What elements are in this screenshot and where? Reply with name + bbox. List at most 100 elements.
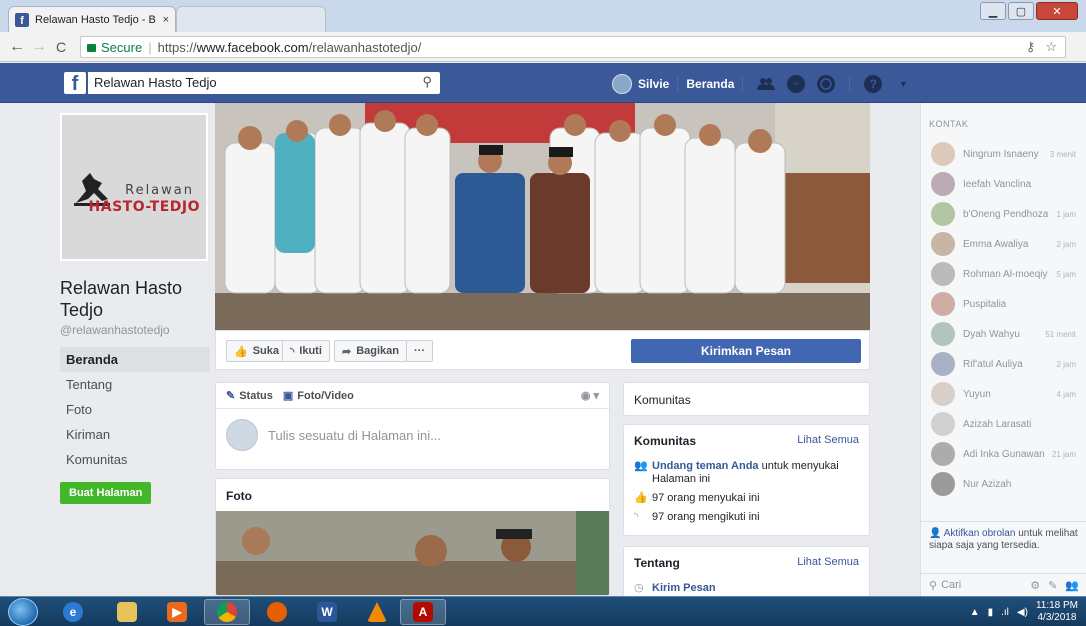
contact-name: b'Oneng Pendhoza <box>963 208 1049 220</box>
nav-item-beranda[interactable]: Beranda <box>60 347 210 372</box>
start-button[interactable] <box>8 598 38 626</box>
tray-network-icon[interactable]: ▮ <box>988 607 994 618</box>
help-icon[interactable]: ? <box>864 75 883 93</box>
tray-signal-icon[interactable]: .ıl <box>1001 607 1009 618</box>
taskbar-ie[interactable]: e <box>50 599 96 625</box>
star-icon[interactable]: ☆ <box>1045 39 1057 55</box>
chat-contact[interactable]: Rif'atul Auliya 2 jam <box>921 349 1086 379</box>
reload-icon[interactable]: C <box>50 39 72 55</box>
chat-contact[interactable]: Puspitalia <box>921 289 1086 319</box>
chat-contact[interactable]: Ningrum Isnaeny 3 menit <box>921 139 1086 169</box>
photo-video-tab[interactable]: Foto/Video <box>297 390 354 402</box>
browser-tab-active[interactable]: f Relawan Hasto Tedjo - B × <box>8 6 176 32</box>
key-icon[interactable]: ⚷ <box>1026 39 1036 55</box>
messages-icon[interactable] <box>787 75 806 93</box>
user-name-link[interactable]: Silvie <box>638 77 669 91</box>
chat-contact[interactable]: Emma Awaliya 2 jam <box>921 229 1086 259</box>
activate-chat-link[interactable]: Aktifkan obrolan <box>944 528 1016 539</box>
messenger-icon: ◷ <box>634 582 644 594</box>
more-button[interactable]: ··· <box>406 340 433 362</box>
photo-thumbnail[interactable] <box>216 511 609 595</box>
page-profile-picture[interactable]: Relawan HASTO-TEDJO <box>60 113 208 261</box>
about-see-all-link[interactable]: Lihat Semua <box>797 556 859 570</box>
about-title[interactable]: Tentang <box>634 556 680 570</box>
logo-text-relawan: Relawan <box>125 183 194 198</box>
chat-contact[interactable]: Adi Inka Gunawan 21 jam <box>921 439 1086 469</box>
page-title[interactable]: Relawan Hasto Tedjo <box>60 277 210 321</box>
follows-count[interactable]: 97 orang mengikuti ini <box>652 511 760 524</box>
window-close-button[interactable]: ✕ <box>1036 2 1078 20</box>
invite-friends-link[interactable]: Undang teman Anda <box>652 460 759 472</box>
community-title[interactable]: Komunitas <box>634 434 696 448</box>
chat-contact[interactable]: b'Oneng Pendhoza 1 jam <box>921 199 1086 229</box>
forward-arrow-icon[interactable]: → <box>28 38 50 56</box>
volume-icon[interactable]: ◀) <box>1017 607 1028 618</box>
home-link[interactable]: Beranda <box>686 77 734 91</box>
nav-item-foto[interactable]: Foto <box>60 397 210 422</box>
chat-contact[interactable]: Nur Azizah <box>921 469 1086 499</box>
send-message-button[interactable]: Kirimkan Pesan <box>631 339 861 363</box>
status-tab[interactable]: Status <box>239 390 273 402</box>
facebook-search-input[interactable]: Relawan Hasto Tedjo ⚲ <box>88 72 440 94</box>
tray-arrow-icon[interactable]: ▲ <box>970 607 980 618</box>
follow-button[interactable]: ◝ Ikuti <box>282 340 330 362</box>
system-clock[interactable]: 11:18 PM 4/3/2018 <box>1036 600 1078 624</box>
cover-group-photo <box>215 103 870 330</box>
chat-contact[interactable]: Yuyun 4 jam <box>921 379 1086 409</box>
maximize-button[interactable]: ▢ <box>1008 2 1034 20</box>
nav-item-komunitas[interactable]: Komunitas <box>60 447 210 472</box>
back-arrow-icon[interactable]: ← <box>6 38 28 56</box>
group-chat-icon[interactable]: 👥 <box>1065 579 1079 592</box>
new-message-icon[interactable]: ✎ <box>1048 579 1057 592</box>
facebook-logo-icon[interactable]: f <box>64 72 86 94</box>
friend-requests-icon[interactable] <box>757 75 776 93</box>
create-page-button[interactable]: Buat Halaman <box>60 482 152 504</box>
url-bar[interactable]: Secure | https://www.facebook.com/relawa… <box>80 36 1066 58</box>
taskbar-vlc[interactable] <box>354 599 400 625</box>
chat-search-icon: ⚲ <box>929 579 938 592</box>
browser-tab-inactive[interactable] <box>176 6 326 32</box>
tab-close-icon[interactable]: × <box>163 14 169 26</box>
taskbar-word[interactable]: W <box>304 599 350 625</box>
chat-contact[interactable]: Azizah Larasati <box>921 409 1086 439</box>
chat-contact[interactable]: Ieefah Vanclina <box>921 169 1086 199</box>
chat-search-bar[interactable]: ⚲ Cari ⚙ ✎ 👥 <box>921 573 1086 596</box>
chat-search-placeholder[interactable]: Cari <box>941 579 961 591</box>
settings-gear-icon[interactable]: ⚙ <box>1030 579 1040 592</box>
page-handle[interactable]: @relawanhastotedjo <box>60 323 210 337</box>
komunitas-summary-title[interactable]: Komunitas <box>624 383 869 417</box>
composer-placeholder[interactable]: Tulis sesuatu di Halaman ini... <box>268 428 441 443</box>
chevron-down-icon[interactable]: ▼ <box>894 75 912 93</box>
header-right: Silvie Beranda ? ▼ <box>612 74 918 94</box>
likes-count[interactable]: 97 orang menyukai ini <box>652 492 760 505</box>
minimize-button[interactable]: ▁ <box>980 2 1006 20</box>
community-see-all-link[interactable]: Lihat Semua <box>797 434 859 448</box>
taskbar-acrobat[interactable]: A <box>400 599 446 625</box>
cover-photo[interactable] <box>215 103 870 330</box>
share-button[interactable]: ➦ Bagikan <box>334 340 408 362</box>
follow-label: Ikuti <box>299 345 322 357</box>
photos-card-title[interactable]: Foto <box>216 479 609 503</box>
audience-selector-icon[interactable]: ◉ ▾ <box>581 389 599 402</box>
search-icon[interactable]: ⚲ <box>422 74 432 90</box>
like-label: Suka <box>252 345 279 357</box>
nav-item-kiriman[interactable]: Kiriman <box>60 422 210 447</box>
about-card: Tentang Lihat Semua ◷ Kirim Pesan <box>623 546 870 598</box>
notifications-globe-icon[interactable] <box>817 75 836 93</box>
nav-item-tentang[interactable]: Tentang <box>60 372 210 397</box>
chat-contact[interactable]: Dyah Wahyu 51 menit <box>921 319 1086 349</box>
taskbar-media[interactable]: ▶ <box>154 599 200 625</box>
composer-body[interactable]: Tulis sesuatu di Halaman ini... <box>216 409 609 461</box>
send-message-link[interactable]: Kirim Pesan <box>652 582 716 595</box>
contact-name: Rif'atul Auliya <box>963 358 1023 370</box>
rss-icon: ◝ <box>290 345 295 358</box>
clock-date: 4/3/2018 <box>1037 612 1077 623</box>
taskbar-firefox[interactable] <box>254 599 300 625</box>
header-separator <box>849 76 851 92</box>
taskbar-explorer[interactable] <box>104 599 150 625</box>
user-avatar[interactable] <box>612 74 632 94</box>
chat-contact[interactable]: Rohman Al-moeqiy 5 jam <box>921 259 1086 289</box>
taskbar-chrome[interactable] <box>204 599 250 625</box>
folder-icon <box>117 602 137 622</box>
like-button[interactable]: 👍 Suka <box>226 340 287 362</box>
